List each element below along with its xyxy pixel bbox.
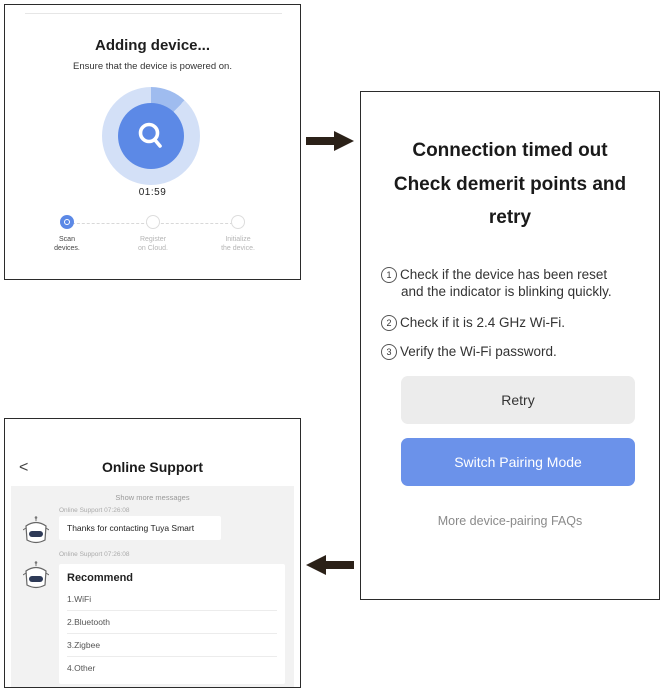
retry-button[interactable]: Retry bbox=[401, 376, 635, 424]
switch-pairing-mode-button[interactable]: Switch Pairing Mode bbox=[401, 438, 635, 486]
step-register: Register on Cloud. bbox=[123, 215, 183, 253]
tip-3: 3 Verify the Wi-Fi password. bbox=[381, 343, 651, 360]
timeout-title-line2: Check demerit points and bbox=[393, 174, 627, 195]
timeout-title-line1: Connection timed out bbox=[412, 140, 608, 161]
step-initialize-label: Initialize the device. bbox=[221, 236, 255, 252]
arrow-left-icon bbox=[306, 555, 354, 575]
robot-avatar-icon bbox=[23, 516, 49, 544]
recommend-item-bluetooth[interactable]: 2.Bluetooth bbox=[67, 611, 277, 634]
recommend-item-wifi[interactable]: 1.WiFi bbox=[67, 588, 277, 611]
circled-number-1: 1 bbox=[381, 267, 397, 283]
online-support-screen: < Online Support Show more messages Onli… bbox=[4, 418, 301, 688]
search-icon bbox=[138, 122, 162, 148]
top-divider bbox=[25, 13, 282, 14]
recommend-item-zigbee[interactable]: 3.Zigbee bbox=[67, 634, 277, 657]
tip-1: 1 Check if the device has been reset and … bbox=[381, 266, 651, 300]
countdown-timer: 01:59 bbox=[138, 187, 167, 198]
tip-2: 2 Check if it is 2.4 GHz Wi-Fi. bbox=[381, 314, 651, 331]
tip-1-line1: Check if the device has been reset bbox=[400, 267, 608, 282]
recommend-title: Recommend bbox=[67, 572, 134, 584]
chat-area[interactable]: Show more messages Online Support 07:26:… bbox=[11, 486, 294, 687]
adding-device-screen: Adding device... Ensure that the device … bbox=[4, 4, 301, 280]
gear-icon bbox=[231, 215, 245, 229]
arrow-right-icon bbox=[306, 131, 354, 151]
timeout-title-line3: retry bbox=[488, 207, 532, 228]
connection-timeout-screen: Connection timed out Check demerit point… bbox=[360, 91, 660, 600]
circled-number-3: 3 bbox=[381, 344, 397, 360]
step-scan-label: Scan devices. bbox=[54, 236, 80, 252]
adding-subtitle: Ensure that the device is powered on. bbox=[73, 61, 232, 72]
recommend-item-other[interactable]: 4.Other bbox=[67, 657, 277, 679]
tip-2-line1: Check if it is 2.4 GHz Wi-Fi. bbox=[400, 315, 566, 330]
message-2-meta: Online Support 07:26:08 bbox=[59, 551, 130, 558]
tip-3-line1: Verify the Wi-Fi password. bbox=[400, 344, 557, 359]
support-header: < Online Support bbox=[5, 419, 300, 486]
recommend-card: Recommend 1.WiFi 2.Bluetooth 3.Zigbee 4.… bbox=[59, 564, 285, 684]
pairing-faq-link[interactable]: More device-pairing FAQs bbox=[361, 514, 659, 528]
robot-avatar-icon bbox=[23, 561, 49, 589]
adding-title: Adding device... bbox=[94, 37, 211, 54]
step-initialize: Initialize the device. bbox=[208, 215, 268, 253]
support-title: Online Support bbox=[101, 459, 204, 475]
step-scan: Scan devices. bbox=[37, 215, 97, 253]
tip-1-line2: and the indicator is blinking quickly. bbox=[401, 284, 612, 299]
scan-icon bbox=[60, 215, 74, 229]
scan-button[interactable] bbox=[118, 103, 184, 169]
scan-progress-ring bbox=[102, 87, 200, 185]
circled-number-2: 2 bbox=[381, 315, 397, 331]
message-1-meta: Online Support 07:26:08 bbox=[59, 507, 130, 514]
message-1-bubble: Thanks for contacting Tuya Smart bbox=[59, 516, 221, 540]
cloud-icon bbox=[146, 215, 160, 229]
step-register-label: Register on Cloud. bbox=[138, 236, 168, 252]
show-more-messages-link[interactable]: Show more messages bbox=[11, 493, 294, 502]
